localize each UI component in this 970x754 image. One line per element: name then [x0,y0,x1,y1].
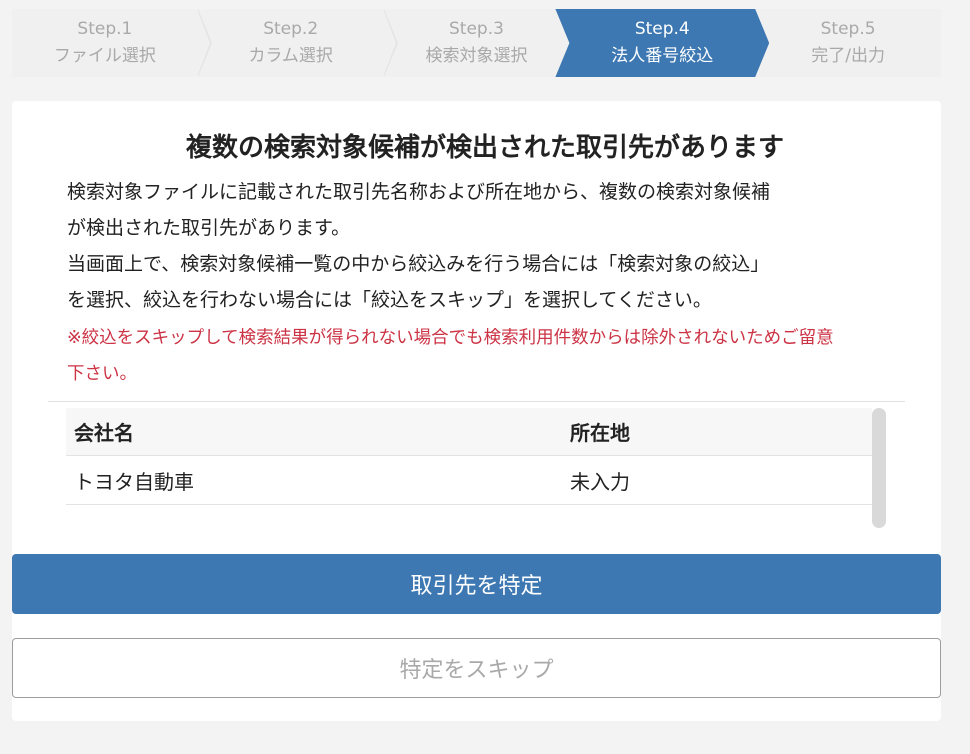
description-line: を選択、絞込を行わない場合には「絞込をスキップ」を選択してください。 [67,289,712,311]
table-row[interactable]: トヨタ自動車 未入力 [66,456,872,505]
table-scrollbar[interactable] [872,408,886,528]
step-2: Step.2 カラム選択 [198,9,398,77]
description-line: 当画面上で、検索対象候補一覧の中から絞込みを行う場合には「検索対象の絞込」 [67,253,770,275]
warning-line: ※絞込をスキップして検索結果が得られない場合でも検索利用件数からは除外されないた… [67,328,834,348]
description-line: が検出された取引先があります。 [67,217,351,239]
stepper: Step.1 ファイル選択 Step.2 カラム選択 Step.3 検索対象選択… [12,9,941,77]
dialog-description: 検索対象ファイルに記載された取引先名称および所在地から、複数の検索対象候補 が検… [67,174,887,318]
step-number: Step.4 [634,19,690,39]
table-header: 会社名 所在地 [66,408,872,456]
step-3: Step.3 検索対象選択 [384,9,584,77]
column-header-address: 所在地 [570,421,630,445]
step-label: 完了/出力 [811,46,885,66]
dialog-title: 複数の検索対象候補が検出された取引先があります [185,133,784,163]
warning-note: ※絞込をスキップして検索結果が得られない場合でも検索利用件数からは除外されないた… [67,320,887,392]
divider [48,401,905,402]
cell-address: 未入力 [570,469,630,494]
step-label: ファイル選択 [53,46,156,66]
step-number: Step.5 [820,19,876,39]
step-label: 検索対象選択 [425,46,528,66]
step-number: Step.1 [77,19,133,39]
column-header-company: 会社名 [74,421,134,445]
step-number: Step.3 [449,19,504,39]
cell-company: トヨタ自動車 [74,469,194,494]
step-1: Step.1 ファイル選択 [12,9,212,77]
skip-identification-button[interactable]: 特定をスキップ [12,638,941,698]
identify-client-button[interactable]: 取引先を特定 [12,554,941,614]
description-line: 検索対象ファイルに記載された取引先名称および所在地から、複数の検索対象候補 [67,181,771,203]
step-label: 法人番号絞込 [611,46,714,66]
step-label: カラム選択 [248,46,333,66]
step-4-active: Step.4 法人番号絞込 [555,9,769,77]
candidates-table: 会社名 所在地 トヨタ自動車 未入力 [66,408,872,505]
step-5: Step.5 完了/出力 [755,9,941,77]
warning-line: 下さい。 [67,364,137,384]
step-number: Step.2 [263,19,319,39]
